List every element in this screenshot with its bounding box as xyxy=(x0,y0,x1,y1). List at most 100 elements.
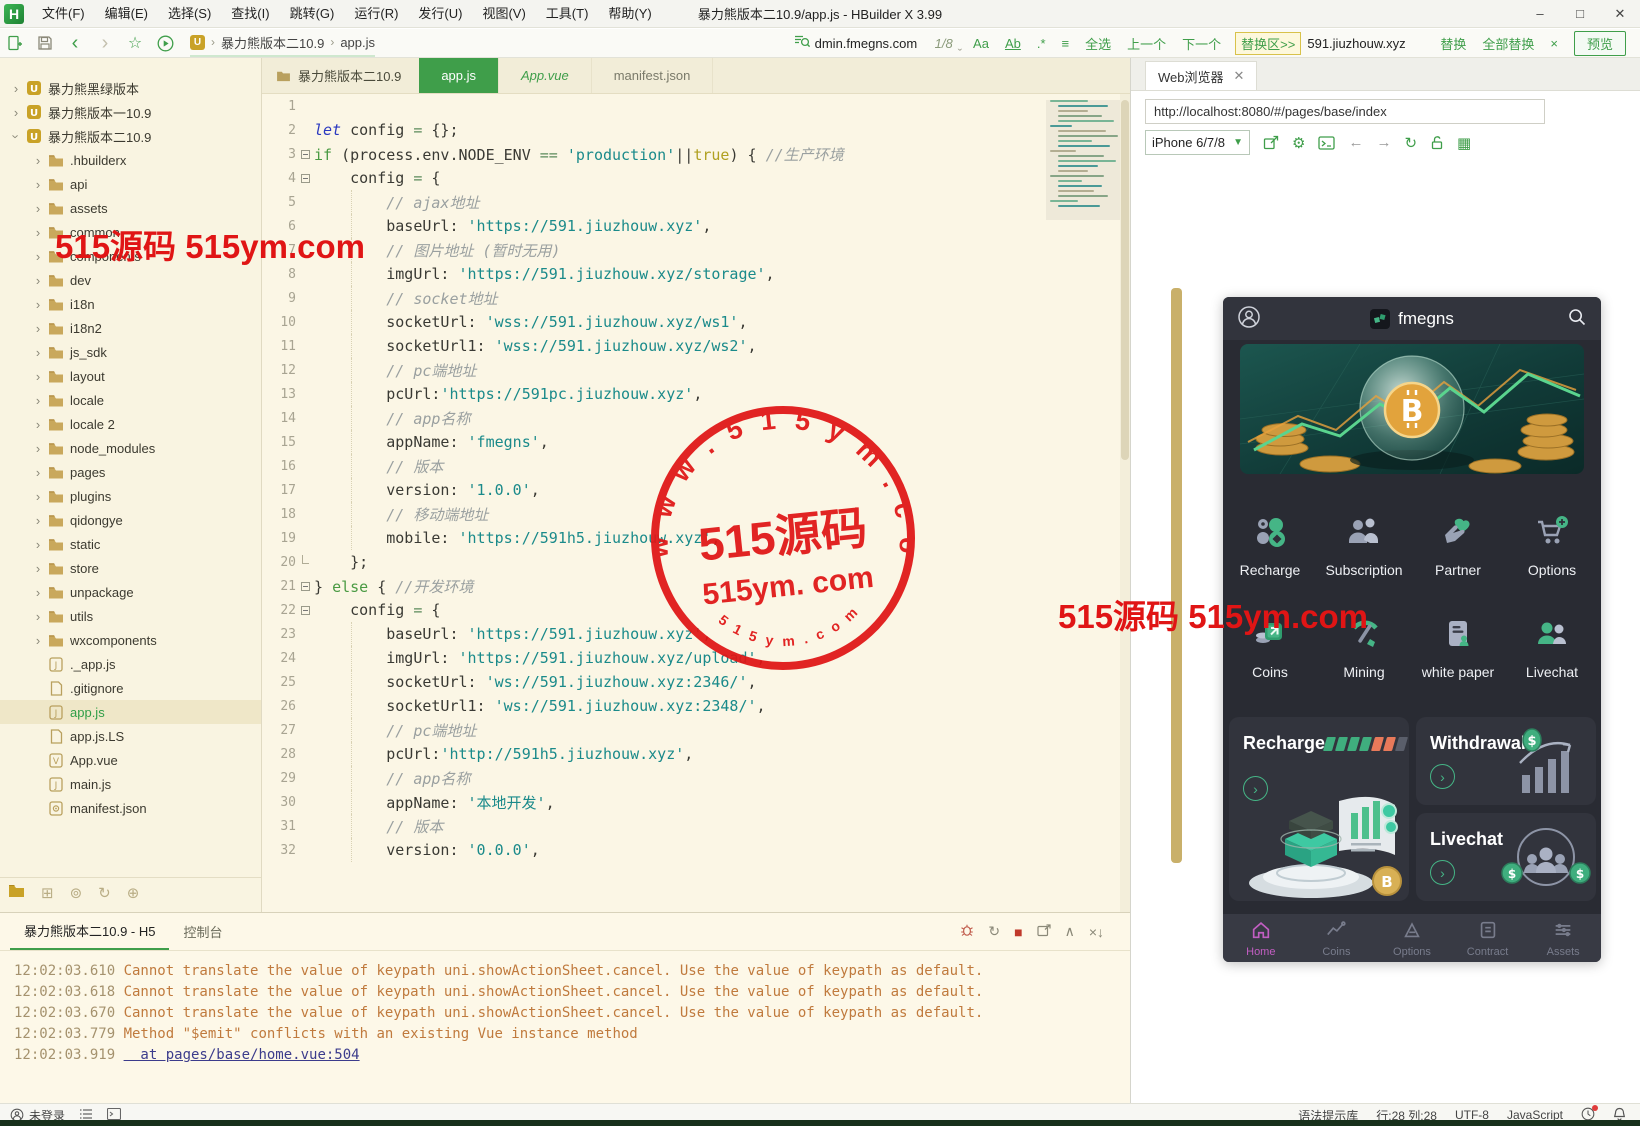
console-tab-h5[interactable]: 暴力熊版本二10.9 - H5 xyxy=(10,913,170,950)
refresh-view-icon[interactable]: ↻ xyxy=(98,884,111,902)
nav-home[interactable]: Home xyxy=(1223,914,1299,962)
close-search-icon[interactable]: × xyxy=(1550,36,1558,51)
search-history-chevron-icon[interactable]: ˬ xyxy=(958,36,962,51)
menu-item[interactable]: 编辑(E) xyxy=(95,0,158,27)
tree-item[interactable]: › node_modules xyxy=(0,436,261,460)
replace-input[interactable] xyxy=(1307,35,1433,51)
browser-tab-close-icon[interactable]: ✕ xyxy=(1234,68,1245,84)
url-input[interactable] xyxy=(1145,99,1545,124)
chevron-right-icon[interactable]: › xyxy=(30,561,46,576)
tree-item[interactable]: › .hbuilderx xyxy=(0,148,261,172)
browser-tab[interactable]: Web浏览器 ✕ xyxy=(1145,61,1258,90)
fold-box-icon[interactable] xyxy=(300,173,310,183)
forward-icon[interactable]: › xyxy=(92,31,118,55)
editor-folder-crumb[interactable]: 暴力熊版本二10.9 xyxy=(262,58,419,93)
next-match-button[interactable]: 下一个 xyxy=(1182,34,1221,53)
tree-item[interactable]: › i18n2 xyxy=(0,316,261,340)
chevron-right-icon[interactable]: › xyxy=(30,321,46,336)
replace-zone-button[interactable]: 替换区>> xyxy=(1235,31,1302,55)
menu-item[interactable]: 发行(U) xyxy=(408,0,472,27)
chevron-right-icon[interactable]: › xyxy=(30,153,46,168)
search-input[interactable] xyxy=(814,35,933,51)
fold-box-icon[interactable] xyxy=(300,581,310,591)
tree-item[interactable]: › U 暴力熊版本二10.9 xyxy=(0,124,261,148)
menu-item[interactable]: 跳转(G) xyxy=(280,0,345,27)
tree-item[interactable]: › i18n xyxy=(0,292,261,316)
fold-box-icon[interactable] xyxy=(300,149,310,159)
chevron-right-icon[interactable]: › xyxy=(30,249,46,264)
chevron-right-icon[interactable]: › xyxy=(30,225,46,240)
chevron-right-icon[interactable]: › xyxy=(30,369,46,384)
tree-item[interactable]: › utils xyxy=(0,604,261,628)
tree-item[interactable]: › locale xyxy=(0,388,261,412)
preview-button[interactable]: 预览 xyxy=(1573,30,1626,56)
menu-item[interactable]: 帮助(Y) xyxy=(598,0,661,27)
code-area[interactable]: 1 2 let config = {}; 3 if (process.env.NODE_… xyxy=(262,94,1130,912)
tree-item[interactable]: › store xyxy=(0,556,261,580)
tree-item[interactable]: manifest.json xyxy=(0,796,261,820)
nav-assets[interactable]: Assets xyxy=(1525,914,1601,962)
device-select[interactable]: iPhone 6/7/8 ▼ xyxy=(1145,130,1250,155)
nav-contract[interactable]: Contract xyxy=(1450,914,1526,962)
tree-item[interactable]: .gitignore xyxy=(0,676,261,700)
editor-scrollbar[interactable] xyxy=(1120,94,1130,912)
collapse-panel-icon[interactable]: ∧ xyxy=(1065,923,1075,940)
tree-item[interactable]: › unpackage xyxy=(0,580,261,604)
select-all-button[interactable]: 全选 xyxy=(1085,34,1111,53)
tree-item[interactable]: J ._app.js xyxy=(0,652,261,676)
tree-item[interactable]: › static xyxy=(0,532,261,556)
extensions-view-icon[interactable]: ⊕ xyxy=(127,884,140,902)
livechat-card[interactable]: Livechat › $ $ xyxy=(1416,813,1596,901)
tree-item[interactable]: app.js.LS xyxy=(0,724,261,748)
qr-code-icon[interactable]: ▦ xyxy=(1457,134,1471,152)
feature-whitepaper[interactable]: white paper xyxy=(1411,597,1505,699)
chevron-right-icon[interactable]: › xyxy=(8,81,24,96)
chevron-right-icon[interactable]: › xyxy=(30,345,46,360)
chevron-right-icon[interactable]: › xyxy=(30,177,46,192)
menu-item[interactable]: 视图(V) xyxy=(472,0,535,27)
menu-item[interactable]: 查找(I) xyxy=(221,0,279,27)
banner-image[interactable]: B xyxy=(1240,344,1584,474)
recharge-card[interactable]: Recharge › B xyxy=(1229,717,1409,901)
star-icon[interactable]: ☆ xyxy=(122,31,148,55)
feature-partner[interactable]: Partner xyxy=(1411,495,1505,597)
regex-button[interactable]: .* xyxy=(1037,36,1046,51)
unlock-icon[interactable] xyxy=(1430,135,1444,150)
fold-marker-icon[interactable] xyxy=(296,581,314,591)
settings-gear-icon[interactable]: ⚙ xyxy=(1292,134,1305,152)
tree-item[interactable]: › common xyxy=(0,220,261,244)
maximize-button[interactable]: □ xyxy=(1560,0,1600,27)
tree-item[interactable]: › assets xyxy=(0,196,261,220)
tree-item[interactable]: V App.vue xyxy=(0,748,261,772)
console-terminal-icon[interactable] xyxy=(1318,135,1336,150)
chevron-right-icon[interactable]: › xyxy=(30,201,46,216)
fold-marker-icon[interactable] xyxy=(296,149,314,159)
tree-item[interactable]: › wxcomponents xyxy=(0,628,261,652)
tree-item[interactable]: Japp.js xyxy=(0,700,261,724)
breadcrumb-project[interactable]: 暴力熊版本二10.9 xyxy=(221,33,324,52)
whole-word-button[interactable]: Ab xyxy=(1005,36,1021,51)
app-search-icon[interactable] xyxy=(1567,307,1587,330)
tree-item[interactable]: › U 暴力熊黑绿版本 xyxy=(0,76,261,100)
chevron-right-icon[interactable]: › xyxy=(30,441,46,456)
menu-item[interactable]: 文件(F) xyxy=(32,0,95,27)
tree-item[interactable]: › layout xyxy=(0,364,261,388)
chevron-right-icon[interactable]: › xyxy=(30,609,46,624)
chevron-right-icon[interactable]: › xyxy=(30,537,46,552)
restart-icon[interactable]: ↻ xyxy=(988,923,1000,940)
preview-scrollbar[interactable] xyxy=(1171,288,1182,863)
match-case-button[interactable]: Aa xyxy=(973,36,989,51)
tree-item[interactable]: › plugins xyxy=(0,484,261,508)
nav-options[interactable]: Options xyxy=(1374,914,1450,962)
feature-livechat[interactable]: Livechat xyxy=(1505,597,1599,699)
back-icon[interactable]: ‹ xyxy=(62,31,88,55)
tree-item[interactable]: › qidongye xyxy=(0,508,261,532)
nav-coins[interactable]: Coins xyxy=(1299,914,1375,962)
run-icon[interactable] xyxy=(152,31,178,55)
feature-options[interactable]: Options xyxy=(1505,495,1599,597)
feature-mining[interactable]: Mining xyxy=(1317,597,1411,699)
feature-coins[interactable]: Coins xyxy=(1223,597,1317,699)
browser-refresh-icon[interactable]: ↻ xyxy=(1404,134,1417,152)
browser-forward-icon[interactable]: → xyxy=(1376,134,1391,151)
menu-item[interactable]: 运行(R) xyxy=(344,0,408,27)
